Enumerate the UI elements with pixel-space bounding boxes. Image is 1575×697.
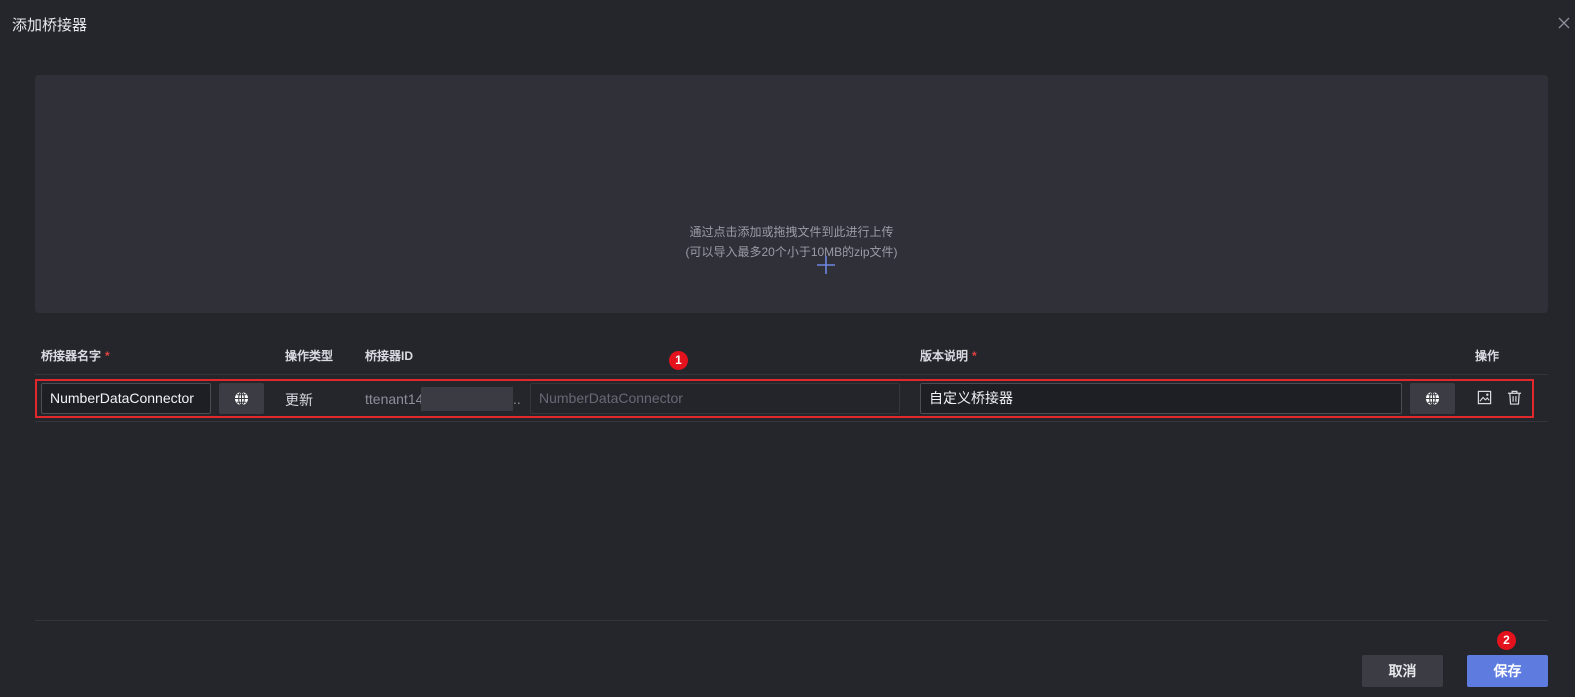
desc-translate-button[interactable] <box>1410 383 1455 414</box>
header-version-desc-label: 版本说明 <box>920 349 969 363</box>
upload-hint: 通过点击添加或拖拽文件到此进行上传 <box>689 225 894 239</box>
header-bridge-name-label: 桥接器名字 <box>41 349 102 363</box>
row-divider <box>35 421 1548 422</box>
step-badge-1: 1 <box>669 351 688 370</box>
bridge-name-input[interactable]: NumberDataConnector <box>41 383 211 414</box>
upload-dropzone[interactable]: 通过点击添加或拖拽文件到此进行上传 (可以导入最多20个小于10MB的zip文件… <box>35 75 1548 313</box>
step-badge-2: 2 <box>1497 631 1516 650</box>
header-actions: 操作 <box>1475 349 1500 363</box>
add-bridge-dialog: 添加桥接器 通过点击添加或拖拽文件到此进行上传 (可以导入最多20个小于10MB… <box>0 0 1575 697</box>
header-version-desc: 版本说明 * <box>920 347 977 364</box>
upload-limit-hint: (可以导入最多20个小于10MB的zip文件) <box>685 245 898 259</box>
footer-divider <box>35 620 1548 621</box>
bridge-id-ellipsis: .. <box>513 391 521 407</box>
header-divider <box>35 374 1548 375</box>
save-button[interactable]: 保存 <box>1467 655 1548 687</box>
close-icon[interactable] <box>1557 16 1571 30</box>
globe-icon <box>234 391 249 406</box>
header-op-type: 操作类型 <box>285 349 334 363</box>
bridge-id-input[interactable]: NumberDataConnector <box>530 383 900 414</box>
masked-id-segment <box>421 387 513 411</box>
bridge-id-prefix: ttenant14 <box>365 391 424 407</box>
cancel-button[interactable]: 取消 <box>1362 655 1443 687</box>
image-icon[interactable] <box>1477 390 1493 406</box>
required-mark: * <box>972 349 977 363</box>
op-type-value: 更新 <box>285 392 313 408</box>
header-bridge-id: 桥接器ID <box>365 349 414 363</box>
header-bridge-name: 桥接器名字 * <box>41 347 110 364</box>
trash-icon[interactable] <box>1507 390 1523 406</box>
dialog-title: 添加桥接器 <box>12 17 88 34</box>
version-desc-input[interactable]: 自定义桥接器 <box>920 383 1402 414</box>
name-translate-button[interactable] <box>219 383 264 414</box>
globe-icon <box>1425 391 1440 406</box>
required-mark: * <box>105 349 110 363</box>
